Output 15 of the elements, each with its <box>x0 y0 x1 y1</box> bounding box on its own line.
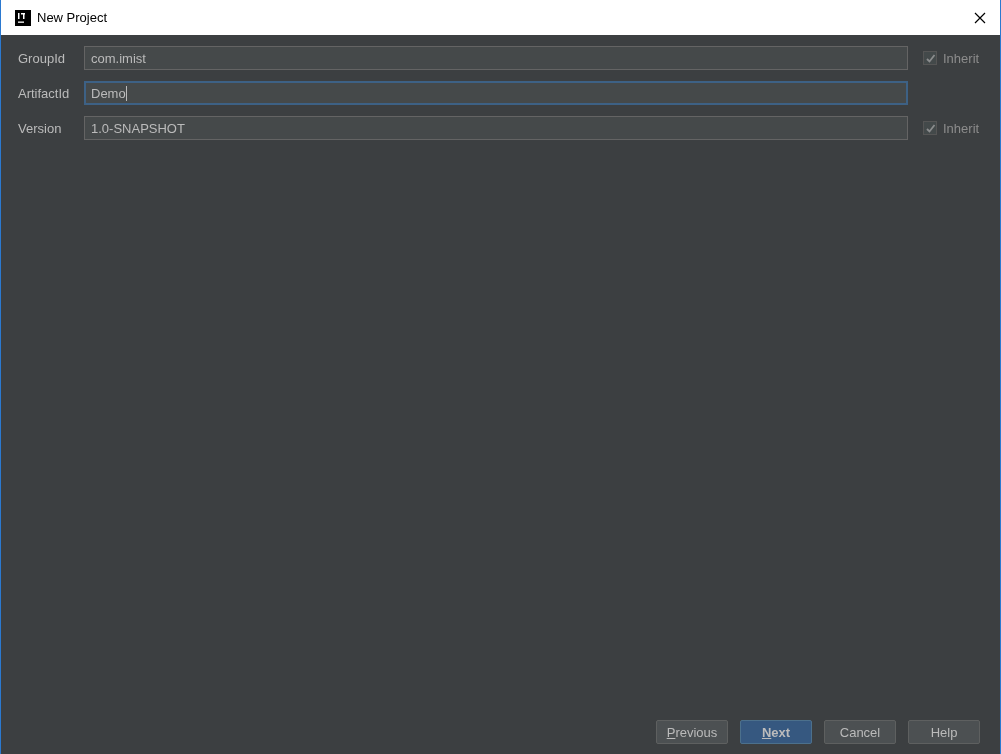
dialog-button[interactable]: Next <box>740 720 812 744</box>
close-icon[interactable] <box>974 11 986 24</box>
field-label: Version <box>18 120 63 136</box>
input-field[interactable]: Demo <box>84 81 908 105</box>
checkbox-label: Inherit <box>943 120 980 136</box>
dialog-button[interactable]: Help <box>908 720 980 744</box>
app-icon <box>15 9 31 26</box>
dialog-button[interactable]: Cancel <box>824 720 896 744</box>
input-field[interactable]: com.imist <box>84 46 908 70</box>
checkbox-label: Inherit <box>943 50 980 66</box>
field-label: GroupId <box>18 50 66 66</box>
dialog-button[interactable]: Previous <box>656 720 728 744</box>
input-field[interactable]: 1.0-SNAPSHOT <box>84 116 908 140</box>
field-label: ArtifactId <box>18 85 71 101</box>
window-title: New Project <box>37 10 109 25</box>
